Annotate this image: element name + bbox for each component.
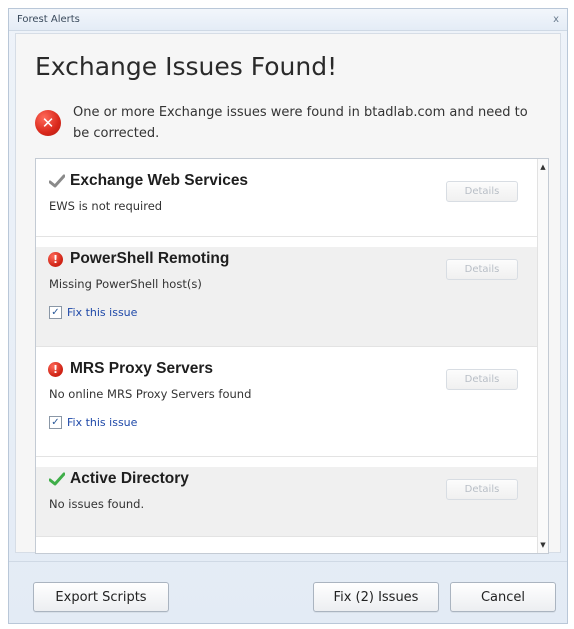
fix-issues-button[interactable]: Fix (2) Issues bbox=[313, 582, 439, 612]
details-button[interactable]: Details bbox=[446, 181, 518, 202]
item-title: Exchange Web Services bbox=[70, 172, 249, 189]
fix-checkbox[interactable]: ✓ bbox=[49, 305, 62, 319]
list-item-mrs-proxy-servers: ! MRS Proxy Servers Details No online MR… bbox=[36, 357, 538, 457]
error-exclamation-icon: ! bbox=[48, 251, 63, 267]
details-button[interactable]: Details bbox=[446, 369, 518, 390]
page-title: Exchange Issues Found! bbox=[35, 52, 338, 81]
close-icon[interactable]: x bbox=[553, 14, 559, 25]
fix-option[interactable]: ✓ Fix this issue bbox=[49, 303, 538, 321]
item-title: PowerShell Remoting bbox=[70, 250, 230, 267]
cancel-button[interactable]: Cancel bbox=[450, 582, 556, 612]
scroll-up-arrow-icon[interactable]: ▲ bbox=[538, 161, 548, 173]
title-bar: Forest Alerts x bbox=[9, 9, 567, 31]
window-title: Forest Alerts bbox=[17, 14, 80, 25]
issues-list: Exchange Web Services Details EWS is not… bbox=[35, 158, 549, 554]
error-icon: ✕ bbox=[35, 110, 61, 136]
item-title: MRS Proxy Servers bbox=[70, 360, 214, 377]
forest-alerts-window: Forest Alerts x Exchange Issues Found! ✕… bbox=[8, 8, 568, 624]
fix-option[interactable]: ✓ Fix this issue bbox=[49, 413, 538, 431]
dialog-content: Exchange Issues Found! ✕ One or more Exc… bbox=[15, 33, 561, 554]
fix-issue-link[interactable]: Fix this issue bbox=[67, 416, 137, 429]
vertical-scrollbar[interactable]: ▲ ▼ bbox=[537, 159, 548, 553]
details-button[interactable]: Details bbox=[446, 479, 518, 500]
gray-check-icon bbox=[48, 173, 66, 189]
list-item-powershell-remoting: ! PowerShell Remoting Details Missing Po… bbox=[36, 247, 538, 347]
green-check-icon bbox=[48, 471, 66, 487]
alert-message: One or more Exchange issues were found i… bbox=[73, 105, 528, 141]
item-title: Active Directory bbox=[70, 470, 189, 487]
alert-banner: ✕ One or more Exchange issues were found… bbox=[35, 102, 540, 144]
list-item-active-directory: Active Directory Details No issues found… bbox=[36, 467, 538, 537]
details-button[interactable]: Details bbox=[446, 259, 518, 280]
fix-issue-link[interactable]: Fix this issue bbox=[67, 306, 137, 319]
export-scripts-button[interactable]: Export Scripts bbox=[33, 582, 169, 612]
dialog-footer: Export Scripts Fix (2) Issues Cancel bbox=[9, 561, 567, 623]
list-item-exchange-web-services: Exchange Web Services Details EWS is not… bbox=[36, 169, 538, 237]
fix-checkbox[interactable]: ✓ bbox=[49, 415, 62, 429]
error-exclamation-icon: ! bbox=[48, 361, 63, 377]
scroll-down-arrow-icon[interactable]: ▼ bbox=[538, 539, 548, 551]
